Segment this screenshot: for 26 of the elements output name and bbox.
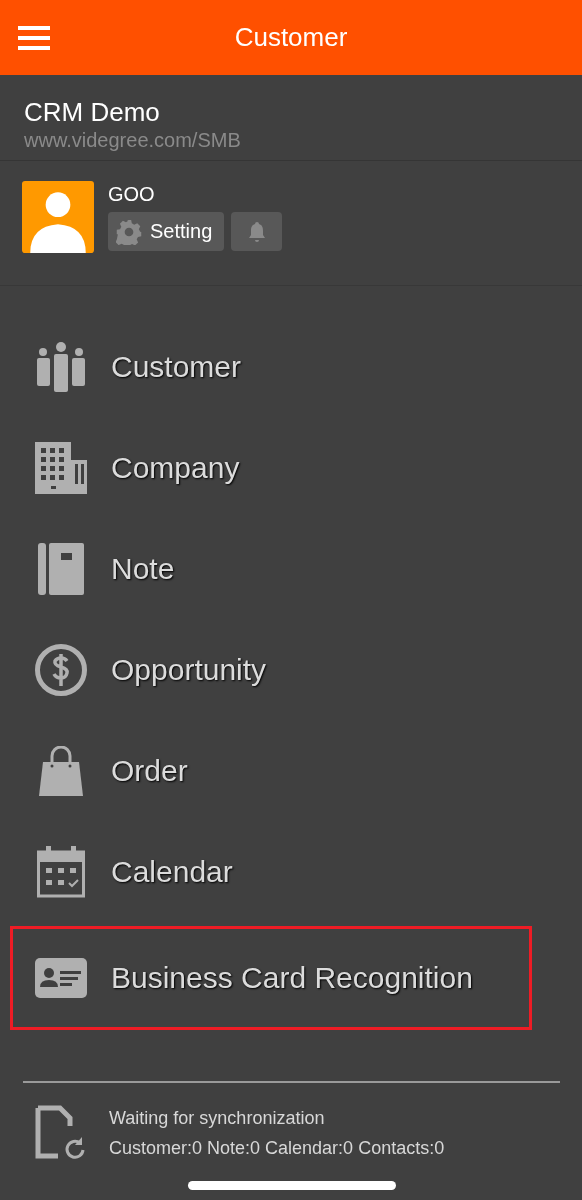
sync-status: Waiting for synchronization	[109, 1107, 326, 1130]
account-url: www.videgree.com/SMB	[24, 128, 242, 153]
people-icon	[35, 341, 87, 392]
sync-counts: Customer:0 Note:0 Calendar:0 Contacts:0	[109, 1137, 445, 1160]
menu-item[interactable]: Company	[10, 417, 532, 518]
menu-icon[interactable]	[18, 26, 50, 50]
setting-button[interactable]: Setting	[108, 212, 225, 251]
id-card-icon	[35, 958, 87, 998]
avatar-icon	[22, 181, 94, 253]
menu-item[interactable]: Business Card Recognition	[10, 926, 532, 1030]
account-name: CRM Demo	[24, 97, 161, 127]
notebook-icon	[38, 542, 84, 595]
dollar-coin-icon	[35, 643, 87, 696]
menu-item[interactable]: Calendar	[10, 821, 532, 922]
notification-button[interactable]	[231, 212, 283, 251]
menu-item[interactable]: Note	[10, 518, 532, 619]
menu-item[interactable]: Opportunity	[10, 619, 532, 720]
gear-icon	[116, 218, 142, 245]
shopping-bag-icon	[39, 745, 83, 796]
calendar-icon	[37, 845, 85, 898]
menu-item[interactable]: Order	[10, 720, 532, 821]
menu-item[interactable]: Customer	[10, 316, 532, 417]
user-name: GOO	[108, 183, 156, 206]
header-title: Customer	[234, 22, 348, 53]
building-icon	[35, 441, 87, 494]
bell-icon	[246, 220, 267, 243]
